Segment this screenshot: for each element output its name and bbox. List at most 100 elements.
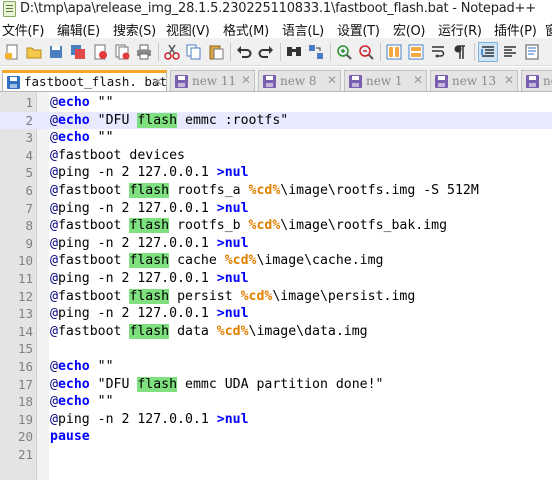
line-number: 9 bbox=[25, 235, 33, 251]
code-line[interactable]: 19 @ping -n 2 127.0.0.1 >nul bbox=[0, 411, 552, 429]
menu-language[interactable]: 语言(L) bbox=[282, 20, 324, 38]
line-number: 18 bbox=[17, 394, 33, 410]
undo-icon[interactable] bbox=[234, 42, 254, 62]
menu-window[interactable]: 窗 bbox=[545, 20, 552, 38]
line-number: 5 bbox=[25, 165, 33, 181]
code-text: @ping -n 2 127.0.0.1 >nul bbox=[50, 165, 249, 181]
save-icon[interactable] bbox=[46, 42, 66, 62]
zoom-out-icon[interactable] bbox=[356, 42, 376, 62]
saved-file-icon bbox=[7, 76, 20, 89]
zoom-in-icon[interactable] bbox=[334, 42, 354, 62]
line-number: 19 bbox=[17, 411, 33, 427]
code-line[interactable]: 4 @fastboot devices bbox=[0, 147, 552, 165]
replace-icon[interactable] bbox=[306, 42, 326, 62]
code-line[interactable]: 12 @fastboot flash persist %cd%\image\per… bbox=[0, 288, 552, 306]
menu-format[interactable]: 格式(M) bbox=[223, 20, 269, 38]
indent-guide-icon[interactable] bbox=[478, 42, 498, 62]
code-text: @ping -n 2 127.0.0.1 >nul bbox=[50, 411, 249, 427]
code-line[interactable]: 2 @echo "DFU flash emmc :rootfs" bbox=[0, 111, 552, 130]
cut-icon[interactable] bbox=[162, 42, 182, 62]
line-number: 7 bbox=[25, 200, 33, 216]
code-line[interactable]: 16 @echo "" bbox=[0, 358, 552, 376]
tab-new[interactable]: new bbox=[521, 70, 552, 91]
text-editor[interactable]: 1 @echo "" 2 @echo "DFU flash emmc :rootfs"… bbox=[0, 92, 552, 480]
unsaved-file-icon bbox=[349, 75, 362, 88]
menu-search[interactable]: 搜索(S) bbox=[113, 20, 156, 38]
menu-settings[interactable]: 设置(T) bbox=[337, 20, 380, 38]
open-file-icon[interactable] bbox=[24, 42, 44, 62]
title-bar: D:\tmp\apa\release_img_28.1.5.2302251108… bbox=[0, 0, 552, 18]
line-number: 2 bbox=[25, 112, 33, 128]
close-tab-icon[interactable]: ✕ bbox=[413, 73, 423, 87]
code-text: @ping -n 2 127.0.0.1 >nul bbox=[50, 306, 249, 322]
code-text: @fastboot flash cache %cd%\image\cache.i… bbox=[50, 253, 384, 269]
code-line[interactable]: 17 @echo "DFU flash emmc UDA partition do… bbox=[0, 376, 552, 394]
code-line[interactable]: 8 @fastboot flash rootfs_b %cd%\image\roo… bbox=[0, 217, 552, 235]
code-line[interactable]: 11 @ping -n 2 127.0.0.1 >nul bbox=[0, 270, 552, 288]
code-text: @echo "" bbox=[50, 359, 114, 374]
code-text: @fastboot flash rootfs_b %cd%\image\root… bbox=[50, 218, 448, 234]
code-line[interactable]: 20 pause bbox=[0, 428, 552, 446]
copy-icon[interactable] bbox=[184, 42, 204, 62]
redo-icon[interactable] bbox=[256, 42, 276, 62]
print-icon[interactable] bbox=[134, 42, 154, 62]
new-file-icon[interactable] bbox=[2, 42, 22, 62]
code-line[interactable]: 10 @fastboot flash cache %cd%\image\cache… bbox=[0, 252, 552, 270]
menu-file[interactable]: 文件(F) bbox=[2, 20, 44, 38]
code-line[interactable]: 5 @ping -n 2 127.0.0.1 >nul bbox=[0, 164, 552, 182]
close-tab-icon[interactable]: ✕ bbox=[327, 73, 337, 87]
tab-new-1[interactable]: new 1 ✕ bbox=[344, 70, 427, 91]
menu-run[interactable]: 运行(R) bbox=[438, 20, 482, 38]
tab-new-8[interactable]: new 8 ✕ bbox=[258, 70, 341, 91]
tab-bar: fastboot_flash. bat ✕ new 11 ✕ new 8 ✕ n… bbox=[0, 67, 552, 92]
menu-macro[interactable]: 宏(O) bbox=[393, 20, 425, 38]
code-line[interactable]: 21 bbox=[0, 446, 552, 464]
code-line[interactable]: 14 @fastboot flash data %cd%\image\data.i… bbox=[0, 323, 552, 341]
notepad-plus-plus-icon bbox=[3, 1, 16, 17]
find-icon[interactable] bbox=[284, 42, 304, 62]
close-tab-icon[interactable]: ✕ bbox=[241, 73, 251, 87]
menu-view[interactable]: 视图(V) bbox=[166, 20, 210, 38]
code-text: @echo "" bbox=[50, 394, 114, 410]
function-list-icon[interactable] bbox=[500, 42, 520, 62]
close-tab-icon[interactable]: ✕ bbox=[504, 73, 514, 87]
tab-new-13[interactable]: new 13 ✕ bbox=[430, 70, 518, 91]
show-all-chars-icon[interactable] bbox=[450, 42, 470, 62]
line-number: 21 bbox=[17, 447, 33, 462]
window-title: D:\tmp\apa\release_img_28.1.5.2302251108… bbox=[20, 1, 536, 16]
tab-new-11[interactable]: new 11 ✕ bbox=[170, 70, 255, 91]
code-text: @echo "DFU flash emmc :rootfs" bbox=[50, 112, 289, 128]
code-line[interactable]: 9 @ping -n 2 127.0.0.1 >nul bbox=[0, 235, 552, 253]
close-icon[interactable] bbox=[90, 42, 110, 62]
save-all-icon[interactable] bbox=[68, 42, 88, 62]
close-all-icon[interactable] bbox=[112, 42, 132, 62]
line-number: 11 bbox=[17, 271, 33, 286]
code-line[interactable]: 15 bbox=[0, 340, 552, 358]
code-line[interactable]: 13 @ping -n 2 127.0.0.1 >nul bbox=[0, 305, 552, 323]
tab-label: fastboot_flash. bat bbox=[24, 74, 167, 89]
code-line[interactable]: 1 @echo "" bbox=[0, 94, 552, 112]
line-number: 3 bbox=[25, 130, 33, 146]
code-line[interactable]: 7 @ping -n 2 127.0.0.1 >nul bbox=[0, 200, 552, 218]
line-number: 16 bbox=[17, 359, 33, 374]
tab-label: new 8 bbox=[280, 74, 317, 88]
word-wrap-icon[interactable] bbox=[428, 42, 448, 62]
code-text: @echo "" bbox=[50, 130, 114, 146]
code-line[interactable]: 18 @echo "" bbox=[0, 393, 552, 411]
code-text: pause bbox=[50, 429, 90, 445]
code-line[interactable]: 6 @fastboot flash rootfs_a %cd%\image\roo… bbox=[0, 182, 552, 200]
unsaved-file-icon bbox=[263, 75, 276, 88]
tab-fastboot-flash[interactable]: fastboot_flash. bat ✕ bbox=[2, 70, 167, 91]
sync-horizontal-icon[interactable] bbox=[406, 42, 426, 62]
menu-plugins[interactable]: 插件(P) bbox=[494, 20, 537, 38]
tab-label: new 11 bbox=[192, 74, 237, 88]
line-number: 8 bbox=[25, 218, 33, 234]
sync-vertical-icon[interactable] bbox=[384, 42, 404, 62]
code-line[interactable]: 3 @echo "" bbox=[0, 129, 552, 147]
doc-map-icon[interactable] bbox=[522, 42, 542, 62]
close-tab-icon[interactable]: ✕ bbox=[153, 75, 163, 89]
code-text: @ping -n 2 127.0.0.1 >nul bbox=[50, 235, 249, 251]
line-number: 6 bbox=[25, 183, 33, 198]
menu-edit[interactable]: 编辑(E) bbox=[57, 20, 100, 38]
paste-icon[interactable] bbox=[206, 42, 226, 62]
